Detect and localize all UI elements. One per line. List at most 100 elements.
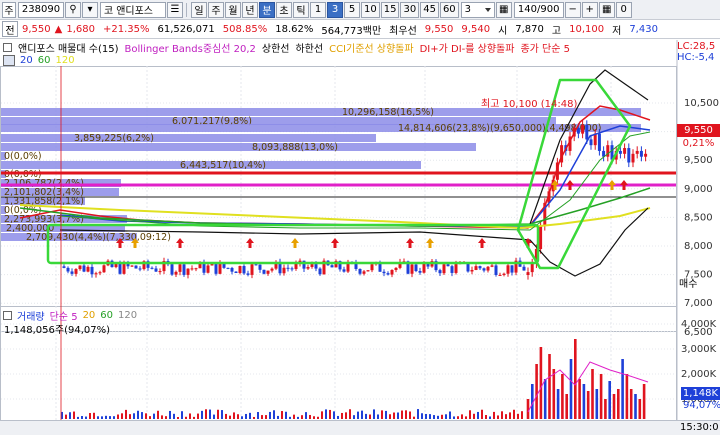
count-display[interactable]: 140/900 (513, 1, 564, 18)
candle-body (366, 270, 370, 272)
candle-body (644, 153, 648, 157)
minute-15[interactable]: 15 (380, 1, 400, 18)
volume-bar (257, 412, 259, 419)
volume-bar (269, 411, 271, 419)
market-type-select[interactable]: 주 (2, 1, 16, 18)
volume-bar (169, 410, 171, 419)
vol-ma20-legend[interactable]: 20 (83, 310, 96, 321)
volume-bar (409, 411, 411, 419)
minute-3[interactable]: 3 (327, 1, 343, 18)
candle-body (474, 266, 478, 270)
candle-body (506, 265, 510, 274)
volume-bar (209, 409, 211, 419)
volume-bar (101, 416, 103, 419)
vol-ma60-legend[interactable]: 60 (100, 310, 113, 321)
volume-bar (245, 413, 247, 419)
search-icon[interactable]: ⚲ (65, 1, 81, 18)
volume-bar (465, 416, 467, 419)
period-week[interactable]: 주 (208, 1, 224, 18)
current-price: 9,550 (22, 23, 51, 35)
volume-bar (497, 415, 499, 419)
volume-bar (413, 416, 415, 419)
candle-body (450, 266, 454, 273)
volume-bar (617, 389, 620, 419)
stock-name-display[interactable]: 코 앤디포스 (100, 1, 166, 18)
minute-45[interactable]: 45 (420, 1, 439, 18)
stock-code-input[interactable]: 238090 (18, 1, 64, 18)
candle-body (138, 268, 142, 270)
settings-icon[interactable]: ☰ (167, 1, 183, 18)
volume-bar (556, 389, 560, 419)
candle-body (390, 270, 394, 275)
candle-body (150, 267, 154, 269)
stock-toggle[interactable]: 전 (2, 21, 18, 37)
volume-bar (373, 409, 375, 419)
stock-list-button[interactable]: ▾ (82, 1, 98, 18)
volume-legend-checkbox[interactable] (3, 311, 12, 320)
candle-body (86, 266, 90, 272)
volume-bar (449, 411, 451, 419)
volume-bar (595, 389, 599, 419)
chart-grid-icon[interactable]: ▦ (598, 1, 615, 18)
chart-number[interactable]: 0 (615, 1, 632, 18)
price-axis-label: 8,000 (684, 241, 713, 252)
candle-body (74, 269, 78, 274)
volume-bar (642, 384, 646, 419)
candle-body (631, 153, 635, 163)
candle-body (486, 266, 490, 271)
minute-5[interactable]: 5 (344, 1, 360, 18)
signal-arrow (608, 180, 616, 190)
period-year[interactable]: 년 (242, 1, 258, 18)
split-view-icon[interactable]: ▦ (495, 1, 512, 18)
volume-bar (317, 416, 319, 419)
period-tick[interactable]: 틱 (293, 1, 309, 18)
zoom-in-button[interactable]: + (581, 1, 598, 18)
candle-body (174, 271, 178, 275)
candle-body (290, 268, 294, 270)
candle-body (494, 265, 498, 275)
volume-bar (333, 411, 335, 419)
candle-body (585, 124, 589, 140)
volume-bar (599, 374, 603, 419)
minute-input[interactable]: 3 (460, 1, 495, 18)
profile-label: 0(0,0%) (4, 151, 42, 162)
period-second[interactable]: 초 (276, 1, 292, 18)
candle-body (234, 271, 238, 274)
price-chart[interactable]: 10,296,158(16,5%)6,071,217(9,8%)14,814,6… (0, 40, 720, 420)
candle-body (238, 265, 242, 274)
minute-10[interactable]: 10 (361, 1, 380, 18)
candle-body (526, 272, 530, 275)
volume-bar (185, 416, 187, 419)
minute-60[interactable]: 60 (439, 1, 459, 18)
bid-price: 9,540 (461, 23, 491, 35)
volume-bar (65, 414, 67, 419)
candle-body (62, 266, 66, 268)
period-minute[interactable]: 분 (259, 1, 275, 18)
volume-axis-label: 2,000K (681, 369, 717, 380)
zoom-out-button[interactable]: − (564, 1, 581, 18)
volume-bar (121, 413, 123, 419)
volume-bar (233, 412, 235, 419)
volume-bar (473, 413, 475, 419)
candle-body (194, 268, 198, 270)
candle-body (266, 270, 270, 274)
candle-body (530, 263, 534, 273)
volume-bar (561, 374, 564, 419)
period-month[interactable]: 월 (225, 1, 241, 18)
price-axis-label: 7,000 (684, 298, 713, 309)
volume-bar (357, 411, 359, 419)
volume-bar (241, 416, 243, 419)
minute-30[interactable]: 30 (400, 1, 420, 18)
volume-bar (526, 399, 530, 419)
minute-1[interactable]: 1 (310, 1, 326, 18)
period-day[interactable]: 일 (191, 1, 207, 18)
candle-body (154, 268, 158, 272)
price-axis-label: 10,500 (684, 98, 719, 109)
volume-bar (517, 413, 519, 419)
chart-toolbar: 주 238090 ⚲ ▾ 코 앤디포스 ☰ 일 주 월 년 분 초 틱 1 3 … (0, 0, 720, 20)
volume-bar (437, 415, 439, 419)
vol-ma120-legend[interactable]: 120 (118, 310, 137, 321)
candle-body (66, 267, 70, 272)
volume-bar (441, 414, 443, 419)
volume-bar (161, 415, 163, 419)
